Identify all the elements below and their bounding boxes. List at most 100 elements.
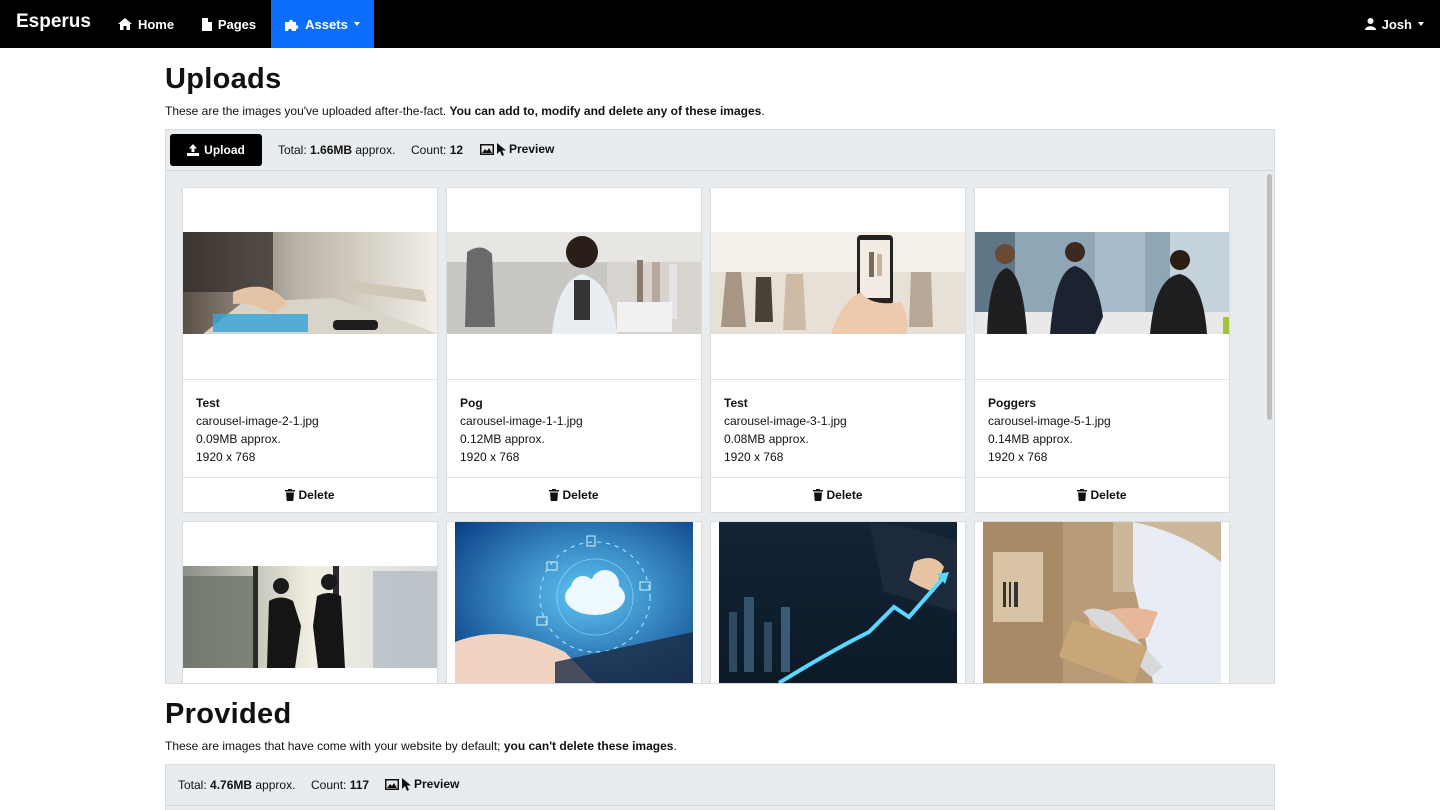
- image-size: 0.14MB approx.: [988, 432, 1073, 446]
- image-dimensions: 1920 x 768: [724, 450, 784, 464]
- uploads-preview-toggle[interactable]: Preview: [480, 142, 554, 156]
- uploads-panel: Upload Total: 1.66MB approx. Count: 12 P…: [165, 129, 1275, 684]
- total-label: Total:: [278, 143, 311, 157]
- upload-button-label: Upload: [204, 143, 245, 157]
- trash-icon: [1077, 489, 1088, 501]
- image-thumbnail[interactable]: [719, 522, 957, 683]
- nav-home[interactable]: Home: [106, 0, 186, 48]
- user-icon: [1364, 18, 1376, 30]
- total-suffix: approx.: [352, 143, 396, 157]
- image-card: [710, 521, 966, 683]
- image-card: [446, 521, 702, 683]
- trash-icon: [285, 489, 296, 501]
- image-filename: carousel-image-2-1.jpg: [196, 414, 319, 428]
- total-suffix: approx.: [252, 778, 296, 792]
- delete-button[interactable]: Delete: [447, 477, 701, 512]
- image-icon: [480, 143, 494, 155]
- upload-button[interactable]: Upload: [170, 134, 262, 166]
- provided-preview-toggle[interactable]: Preview: [385, 777, 459, 791]
- provided-toolbar: Total: 4.76MB approx. Count: 117 Preview: [166, 765, 1274, 806]
- provided-description-text: These are images that have come with you…: [165, 739, 504, 753]
- delete-button[interactable]: Delete: [975, 477, 1229, 512]
- image-title: Test: [724, 396, 748, 410]
- uploads-description-emphasis: You can add to, modify and delete any of…: [449, 104, 762, 118]
- user-name: Josh: [1381, 16, 1412, 32]
- image-thumbnail[interactable]: [183, 566, 437, 668]
- delete-label: Delete: [826, 488, 863, 502]
- cursor-icon: [497, 142, 506, 156]
- total-value: 4.76MB: [210, 778, 253, 792]
- image-card: [182, 521, 438, 683]
- thumbnail-business-handshake: [975, 232, 1229, 334]
- image-size: 0.09MB approx.: [196, 432, 281, 446]
- thumbnail-cloud-network: [455, 522, 693, 683]
- provided-total: Total: 4.76MB approx.: [178, 778, 295, 792]
- uploads-count: Count: 12: [411, 143, 463, 157]
- total-value: 1.66MB: [310, 143, 353, 157]
- image-card: [974, 521, 1230, 683]
- provided-description-end: .: [673, 739, 677, 753]
- uploads-toolbar: Upload Total: 1.66MB approx. Count: 12 P…: [166, 130, 1274, 171]
- delete-label: Delete: [1090, 488, 1127, 502]
- thumbnail-barcode-scanner: [983, 522, 1221, 683]
- image-dimensions: 1920 x 768: [196, 450, 256, 464]
- uploads-heading: Uploads: [165, 63, 282, 95]
- image-thumbnail[interactable]: [455, 522, 693, 683]
- count-value: 117: [349, 778, 370, 792]
- thumbnail-phone-shopping: [711, 232, 965, 334]
- file-icon: [201, 17, 212, 31]
- thumbnail-fashion-designer: [447, 232, 701, 334]
- provided-description: These are images that have come with you…: [165, 739, 677, 753]
- top-navbar: Esperus Home Pages Assets Josh: [0, 0, 1440, 48]
- image-thumbnail[interactable]: [975, 232, 1229, 334]
- nav-home-label: Home: [137, 16, 175, 32]
- nav-assets-dropdown[interactable]: Assets: [271, 0, 374, 48]
- image-details: Pog carousel-image-1-1.jpg 0.12MB approx…: [447, 379, 701, 477]
- image-size: 0.08MB approx.: [724, 432, 809, 446]
- uploads-description-end: .: [761, 104, 765, 118]
- puzzle-icon: [285, 19, 299, 31]
- image-size: 0.12MB approx.: [460, 432, 545, 446]
- image-filename: carousel-image-5-1.jpg: [988, 414, 1111, 428]
- cursor-icon: [402, 777, 411, 791]
- image-details: Poggers carousel-image-5-1.jpg 0.14MB ap…: [975, 379, 1229, 477]
- uploads-description: These are the images you've uploaded aft…: [165, 104, 765, 118]
- image-title: Poggers: [988, 396, 1037, 410]
- image-dimensions: 1920 x 768: [460, 450, 520, 464]
- image-dimensions: 1920 x 768: [988, 450, 1048, 464]
- delete-button[interactable]: Delete: [711, 477, 965, 512]
- image-icon: [385, 778, 399, 790]
- provided-description-emphasis: you can't delete these images: [503, 739, 674, 753]
- thumbnail-silhouette-handshake: [183, 566, 437, 668]
- delete-label: Delete: [298, 488, 335, 502]
- delete-button[interactable]: Delete: [183, 477, 437, 512]
- image-card: Poggers carousel-image-5-1.jpg 0.14MB ap…: [974, 187, 1230, 513]
- image-thumbnail[interactable]: [711, 232, 965, 334]
- image-thumbnail[interactable]: [183, 232, 437, 334]
- home-icon: [117, 18, 132, 30]
- uploads-description-text: These are the images you've uploaded aft…: [165, 104, 450, 118]
- image-thumbnail[interactable]: [983, 522, 1221, 683]
- thumbnail-growth-arrow: [719, 522, 957, 683]
- provided-panel: Total: 4.76MB approx. Count: 117 Preview: [165, 764, 1275, 810]
- nav-pages-label: Pages: [217, 16, 257, 32]
- total-label: Total:: [178, 778, 211, 792]
- brand-logo[interactable]: Esperus: [16, 11, 91, 33]
- image-title: Test: [196, 396, 220, 410]
- user-menu[interactable]: Josh: [1364, 0, 1424, 48]
- upload-icon: [187, 144, 200, 156]
- nav-pages[interactable]: Pages: [188, 0, 270, 48]
- uploads-grid[interactable]: Test carousel-image-2-1.jpg 0.09MB appro…: [166, 172, 1274, 683]
- provided-count: Count: 117: [311, 778, 369, 792]
- thumbnail-business-tablet: [183, 232, 437, 334]
- chevron-down-icon: [1418, 22, 1424, 26]
- provided-heading: Provided: [165, 698, 292, 730]
- count-label: Count:: [411, 143, 450, 157]
- uploads-total: Total: 1.66MB approx.: [278, 143, 395, 157]
- preview-label: Preview: [414, 777, 460, 791]
- image-card: Test carousel-image-3-1.jpg 0.08MB appro…: [710, 187, 966, 513]
- image-thumbnail[interactable]: [447, 232, 701, 334]
- image-title: Pog: [460, 396, 483, 410]
- uploads-scrollbar[interactable]: [1267, 174, 1272, 420]
- delete-label: Delete: [562, 488, 599, 502]
